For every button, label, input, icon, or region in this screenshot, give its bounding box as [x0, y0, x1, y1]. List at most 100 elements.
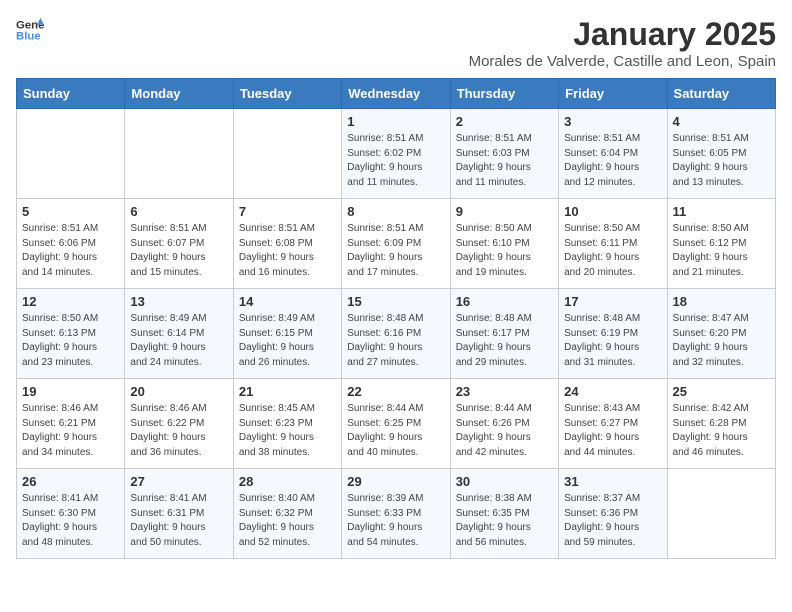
- day-info: Sunrise: 8:47 AM Sunset: 6:20 PM Dayligh…: [673, 312, 770, 370]
- calendar-cell: 5 Sunrise: 8:51 AM Sunset: 6:06 PM Daylig…: [17, 199, 125, 289]
- calendar-week-row: 12 Sunrise: 8:50 AM Sunset: 6:13 PM Dayli…: [17, 289, 776, 379]
- calendar-cell: 13Sunrise: 8:49 AM Sunset: 6:14 PM Dayli…: [125, 289, 233, 379]
- calendar-cell: 24 Sunrise: 8:43 AM Sunset: 6:27 PM Dayli…: [559, 379, 667, 469]
- calendar-cell: 2 Sunrise: 8:51 AM Sunset: 6:03 PM Daylig…: [450, 109, 558, 199]
- calendar-cell: 10Sunrise: 8:50 AM Sunset: 6:11 PM Dayli…: [559, 199, 667, 289]
- logo: General Blue: [16, 16, 44, 44]
- day-info: Sunrise: 8:43 AM Sunset: 6:27 PM Dayligh…: [564, 402, 661, 460]
- day-info: Sunrise: 8:39 AM Sunset: 6:33 PM Dayligh…: [347, 492, 444, 550]
- weekday-header-monday: Monday: [125, 79, 233, 109]
- day-number: 4: [673, 114, 770, 129]
- day-info: Sunrise: 8:50 AM Sunset: 6:10 PM Dayligh…: [456, 222, 553, 280]
- calendar-cell: 4Sunrise: 8:51 AM Sunset: 6:05 PM Daylig…: [667, 109, 775, 199]
- day-info: Sunrise: 8:40 AM Sunset: 6:32 PM Dayligh…: [239, 492, 336, 550]
- weekday-header-sunday: Sunday: [17, 79, 125, 109]
- day-number: 17: [564, 294, 661, 309]
- day-info: Sunrise: 8:41 AM Sunset: 6:30 PM Dayligh…: [22, 492, 119, 550]
- day-number: 20: [130, 384, 227, 399]
- calendar-cell: 8 Sunrise: 8:51 AM Sunset: 6:09 PM Daylig…: [342, 199, 450, 289]
- day-info: Sunrise: 8:49 AM Sunset: 6:14 PM Dayligh…: [130, 312, 227, 370]
- day-number: 28: [239, 474, 336, 489]
- day-info: Sunrise: 8:45 AM Sunset: 6:23 PM Dayligh…: [239, 402, 336, 460]
- day-number: 23: [456, 384, 553, 399]
- day-number: 25: [673, 384, 770, 399]
- calendar-cell: [233, 109, 341, 199]
- calendar-cell: 19 Sunrise: 8:46 AM Sunset: 6:21 PM Dayli…: [17, 379, 125, 469]
- day-number: 26: [22, 474, 119, 489]
- day-info: Sunrise: 8:46 AM Sunset: 6:21 PM Dayligh…: [22, 402, 119, 460]
- calendar-cell: 12 Sunrise: 8:50 AM Sunset: 6:13 PM Dayli…: [17, 289, 125, 379]
- calendar-cell: 14Sunrise: 8:49 AM Sunset: 6:15 PM Dayli…: [233, 289, 341, 379]
- day-info: Sunrise: 8:51 AM Sunset: 6:09 PM Dayligh…: [347, 222, 444, 280]
- day-info: Sunrise: 8:51 AM Sunset: 6:02 PM Dayligh…: [347, 132, 444, 190]
- day-info: Sunrise: 8:48 AM Sunset: 6:19 PM Dayligh…: [564, 312, 661, 370]
- weekday-header-thursday: Thursday: [450, 79, 558, 109]
- day-number: 10: [564, 204, 661, 219]
- day-number: 22: [347, 384, 444, 399]
- day-number: 24: [564, 384, 661, 399]
- calendar-subtitle: Morales de Valverde, Castille and Leon, …: [469, 53, 776, 70]
- calendar-week-row: 26 Sunrise: 8:41 AM Sunset: 6:30 PM Dayli…: [17, 469, 776, 559]
- page-header: General Blue January 2025 Morales de Val…: [16, 16, 776, 70]
- day-number: 6: [130, 204, 227, 219]
- day-number: 29: [347, 474, 444, 489]
- day-info: Sunrise: 8:49 AM Sunset: 6:15 PM Dayligh…: [239, 312, 336, 370]
- calendar-cell: 16 Sunrise: 8:48 AM Sunset: 6:17 PM Dayli…: [450, 289, 558, 379]
- day-info: Sunrise: 8:51 AM Sunset: 6:08 PM Dayligh…: [239, 222, 336, 280]
- calendar-cell: 27 Sunrise: 8:41 AM Sunset: 6:31 PM Dayli…: [125, 469, 233, 559]
- day-info: Sunrise: 8:37 AM Sunset: 6:36 PM Dayligh…: [564, 492, 661, 550]
- day-number: 19: [22, 384, 119, 399]
- calendar-cell: 7Sunrise: 8:51 AM Sunset: 6:08 PM Daylig…: [233, 199, 341, 289]
- weekday-header-tuesday: Tuesday: [233, 79, 341, 109]
- calendar-cell: 1Sunrise: 8:51 AM Sunset: 6:02 PM Daylig…: [342, 109, 450, 199]
- day-number: 11: [673, 204, 770, 219]
- day-number: 5: [22, 204, 119, 219]
- calendar-cell: 22Sunrise: 8:44 AM Sunset: 6:25 PM Dayli…: [342, 379, 450, 469]
- day-number: 12: [22, 294, 119, 309]
- calendar-week-row: 1Sunrise: 8:51 AM Sunset: 6:02 PM Daylig…: [17, 109, 776, 199]
- day-info: Sunrise: 8:50 AM Sunset: 6:13 PM Dayligh…: [22, 312, 119, 370]
- day-number: 27: [130, 474, 227, 489]
- day-number: 8: [347, 204, 444, 219]
- calendar-title: January 2025: [469, 16, 776, 53]
- calendar-cell: 11 Sunrise: 8:50 AM Sunset: 6:12 PM Dayli…: [667, 199, 775, 289]
- day-info: Sunrise: 8:46 AM Sunset: 6:22 PM Dayligh…: [130, 402, 227, 460]
- calendar-cell: 9 Sunrise: 8:50 AM Sunset: 6:10 PM Daylig…: [450, 199, 558, 289]
- day-info: Sunrise: 8:51 AM Sunset: 6:04 PM Dayligh…: [564, 132, 661, 190]
- day-info: Sunrise: 8:51 AM Sunset: 6:03 PM Dayligh…: [456, 132, 553, 190]
- title-block: January 2025 Morales de Valverde, Castil…: [469, 16, 776, 70]
- day-number: 30: [456, 474, 553, 489]
- calendar-cell: 28 Sunrise: 8:40 AM Sunset: 6:32 PM Dayli…: [233, 469, 341, 559]
- day-info: Sunrise: 8:51 AM Sunset: 6:07 PM Dayligh…: [130, 222, 227, 280]
- calendar-cell: 6 Sunrise: 8:51 AM Sunset: 6:07 PM Daylig…: [125, 199, 233, 289]
- weekday-header-saturday: Saturday: [667, 79, 775, 109]
- day-number: 18: [673, 294, 770, 309]
- svg-text:Blue: Blue: [16, 31, 41, 43]
- calendar-cell: 3Sunrise: 8:51 AM Sunset: 6:04 PM Daylig…: [559, 109, 667, 199]
- calendar-cell: [17, 109, 125, 199]
- day-info: Sunrise: 8:51 AM Sunset: 6:06 PM Dayligh…: [22, 222, 119, 280]
- weekday-header-wednesday: Wednesday: [342, 79, 450, 109]
- day-info: Sunrise: 8:41 AM Sunset: 6:31 PM Dayligh…: [130, 492, 227, 550]
- day-number: 31: [564, 474, 661, 489]
- day-info: Sunrise: 8:48 AM Sunset: 6:16 PM Dayligh…: [347, 312, 444, 370]
- day-info: Sunrise: 8:44 AM Sunset: 6:26 PM Dayligh…: [456, 402, 553, 460]
- day-number: 21: [239, 384, 336, 399]
- day-number: 2: [456, 114, 553, 129]
- calendar-cell: 25Sunrise: 8:42 AM Sunset: 6:28 PM Dayli…: [667, 379, 775, 469]
- calendar-cell: 26 Sunrise: 8:41 AM Sunset: 6:30 PM Dayli…: [17, 469, 125, 559]
- calendar-week-row: 5 Sunrise: 8:51 AM Sunset: 6:06 PM Daylig…: [17, 199, 776, 289]
- calendar-table: SundayMondayTuesdayWednesdayThursdayFrid…: [16, 78, 776, 559]
- day-number: 16: [456, 294, 553, 309]
- day-number: 15: [347, 294, 444, 309]
- calendar-cell: 17 Sunrise: 8:48 AM Sunset: 6:19 PM Dayli…: [559, 289, 667, 379]
- day-info: Sunrise: 8:48 AM Sunset: 6:17 PM Dayligh…: [456, 312, 553, 370]
- day-number: 9: [456, 204, 553, 219]
- day-info: Sunrise: 8:50 AM Sunset: 6:12 PM Dayligh…: [673, 222, 770, 280]
- day-info: Sunrise: 8:38 AM Sunset: 6:35 PM Dayligh…: [456, 492, 553, 550]
- logo-icon: General Blue: [16, 16, 44, 44]
- calendar-cell: 30 Sunrise: 8:38 AM Sunset: 6:35 PM Dayli…: [450, 469, 558, 559]
- calendar-cell: 31 Sunrise: 8:37 AM Sunset: 6:36 PM Dayli…: [559, 469, 667, 559]
- calendar-cell: 20 Sunrise: 8:46 AM Sunset: 6:22 PM Dayli…: [125, 379, 233, 469]
- calendar-cell: 23 Sunrise: 8:44 AM Sunset: 6:26 PM Dayli…: [450, 379, 558, 469]
